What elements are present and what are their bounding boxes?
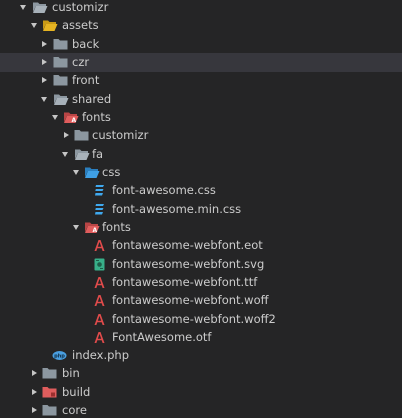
font-file-icon	[94, 294, 105, 310]
tree-item-fontawesome-webfont-svg[interactable]: fontawesome-webfont.svg	[0, 255, 402, 274]
tree-item-czr[interactable]: czr	[0, 53, 402, 72]
css-file-icon	[94, 184, 105, 200]
folder-icon	[74, 129, 89, 144]
tree-item-fa[interactable]: fa	[0, 145, 402, 164]
css-file-icon	[94, 203, 105, 219]
fonts-folder-open-icon: A	[63, 111, 79, 127]
svg-file-icon	[94, 258, 105, 274]
svg-text:A: A	[93, 227, 98, 234]
tree-item-label: core	[62, 403, 87, 417]
chevron-down-icon[interactable]	[31, 23, 37, 28]
folder-open-icon	[32, 1, 48, 17]
tree-item-fontawesome-webfont-eot[interactable]: fontawesome-webfont.eot	[0, 236, 402, 255]
chevron-down-icon[interactable]	[41, 97, 47, 102]
chevron-down-icon[interactable]	[73, 170, 79, 175]
folder-open-icon	[74, 148, 90, 164]
tree-item-fonts[interactable]: A fonts	[0, 218, 402, 237]
tree-item-font-awesome-css[interactable]: font-awesome.css	[0, 181, 402, 200]
file-explorer-tree: customizr assets back czr front shared A…	[0, 0, 402, 418]
tree-item-back[interactable]: back	[0, 35, 402, 54]
tree-item-label: customizr	[92, 128, 149, 142]
tree-item-label: front	[72, 73, 100, 87]
chevron-right-icon[interactable]	[42, 59, 47, 65]
svg-text:php: php	[54, 354, 65, 360]
build-folder-icon	[42, 386, 57, 401]
tree-item-label: fontawesome-webfont.woff2	[112, 312, 276, 326]
tree-item-customizr-root[interactable]: customizr	[0, 0, 402, 17]
css-folder-open-icon	[84, 166, 100, 182]
tree-item-css[interactable]: css	[0, 163, 402, 182]
tree-item-front[interactable]: front	[0, 71, 402, 90]
tree-item-label: FontAwesome.otf	[112, 330, 212, 344]
chevron-right-icon[interactable]	[64, 132, 69, 138]
tree-item-label: czr	[72, 55, 90, 69]
tree-item-label: shared	[72, 92, 112, 106]
chevron-right-icon[interactable]	[32, 407, 37, 413]
tree-item-label: build	[62, 385, 91, 399]
chevron-right-icon[interactable]	[32, 389, 37, 395]
font-file-icon	[94, 331, 105, 347]
tree-item-label: fontawesome-webfont.eot	[112, 238, 263, 252]
chevron-right-icon[interactable]	[42, 77, 47, 83]
chevron-down-icon[interactable]	[20, 5, 26, 10]
tree-item-label: index.php	[72, 348, 130, 362]
tree-item-label: bin	[62, 366, 80, 380]
folder-icon	[53, 56, 68, 71]
font-file-icon	[94, 276, 105, 292]
folder-icon	[53, 74, 68, 89]
folder-icon	[42, 404, 57, 418]
tree-item-fontawesome-webfont-woff[interactable]: fontawesome-webfont.woff	[0, 291, 402, 310]
tree-item-label: fonts	[102, 220, 131, 234]
tree-item-label: css	[102, 165, 121, 179]
tree-item-assets[interactable]: assets	[0, 16, 402, 35]
tree-item-label: fontawesome-webfont.woff	[112, 293, 269, 307]
php-file-icon: php	[52, 350, 67, 364]
tree-item-fontawesome-webfont-ttf[interactable]: fontawesome-webfont.ttf	[0, 273, 402, 292]
tree-item-build[interactable]: build	[0, 383, 402, 402]
tree-item-fontawesome-webfont-woff2[interactable]: fontawesome-webfont.woff2	[0, 310, 402, 329]
tree-item-label: fontawesome-webfont.svg	[112, 257, 265, 271]
chevron-down-icon[interactable]	[52, 115, 58, 120]
tree-item-label: back	[72, 37, 100, 51]
chevron-right-icon[interactable]	[42, 41, 47, 47]
chevron-down-icon[interactable]	[73, 225, 79, 230]
tree-item-label: fonts	[82, 110, 111, 124]
tree-item-label: assets	[62, 18, 99, 32]
tree-item-label: fa	[92, 147, 104, 161]
folder-icon	[42, 367, 57, 382]
tree-item-customizr[interactable]: customizr	[0, 126, 402, 145]
tree-item-shared[interactable]: shared	[0, 90, 402, 109]
tree-item-fontawesome-otf[interactable]: FontAwesome.otf	[0, 328, 402, 347]
tree-item-font-awesome-min-css[interactable]: font-awesome.min.css	[0, 200, 402, 219]
tree-item-index-php[interactable]: php index.php	[0, 346, 402, 365]
chevron-down-icon[interactable]	[62, 152, 68, 157]
tree-item-bin[interactable]: bin	[0, 364, 402, 383]
folder-open-icon	[53, 93, 69, 109]
svg-text:A: A	[72, 117, 77, 124]
chevron-right-icon[interactable]	[32, 370, 37, 376]
tree-item-fonts[interactable]: A fonts	[0, 108, 402, 127]
tree-item-core[interactable]: core	[0, 401, 402, 418]
folder-icon	[53, 38, 68, 53]
folder-open-icon	[42, 19, 58, 35]
tree-item-label: fontawesome-webfont.ttf	[112, 275, 258, 289]
tree-item-label: font-awesome.min.css	[112, 202, 242, 216]
font-file-icon	[94, 313, 105, 329]
fonts-folder-open-icon: A	[84, 221, 100, 237]
tree-item-label: customizr	[52, 0, 109, 14]
tree-item-label: font-awesome.css	[112, 183, 216, 197]
font-file-icon	[94, 239, 105, 255]
